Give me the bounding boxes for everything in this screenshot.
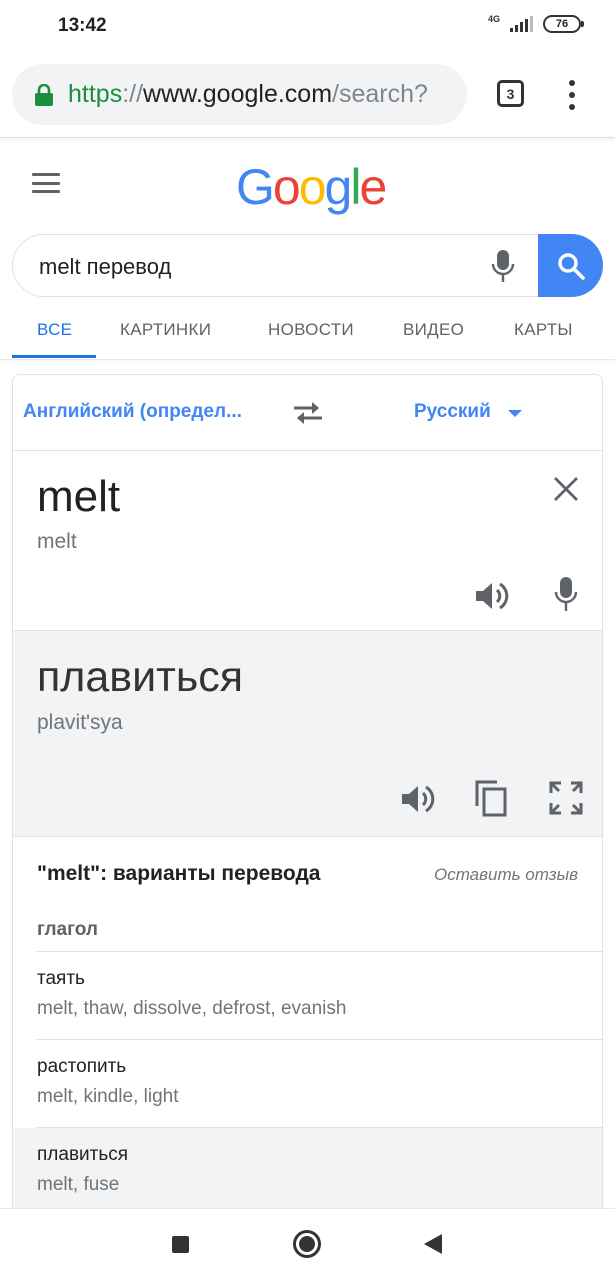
status-indicators: 4G 76	[487, 13, 584, 33]
variant-word: плавиться	[37, 1144, 129, 1165]
list-item[interactable]: таять melt, thaw, dissolve, defrost, eva…	[13, 952, 602, 1040]
network-type: 4G	[487, 13, 500, 24]
list-item[interactable]: плавиться melt, fuse	[13, 1128, 602, 1216]
variant-word: таять	[37, 968, 85, 989]
lock-icon	[35, 83, 53, 106]
system-navigation-bar	[0, 1208, 615, 1280]
tab-images[interactable]: КАРТИНКИ	[120, 320, 211, 340]
url-path: /search?	[332, 80, 428, 108]
logo-letter: g	[324, 159, 353, 215]
logo-letter: G	[236, 159, 275, 215]
variants-heading: "melt": варианты перевода	[37, 862, 321, 885]
search-icon	[557, 252, 585, 280]
url-text: https://www.google.com/search?	[68, 80, 428, 109]
speaker-icon[interactable]	[401, 783, 435, 815]
microphone-icon[interactable]	[491, 249, 515, 283]
source-language-select[interactable]: Английский (определ...	[23, 401, 242, 423]
tab-maps[interactable]: КАРТЫ	[514, 320, 573, 340]
tab-switcher-button[interactable]: 3	[497, 80, 524, 107]
variant-synonyms: melt, kindle, light	[37, 1086, 179, 1107]
search-input[interactable]: melt перевод	[12, 234, 603, 297]
chevron-down-icon[interactable]	[508, 410, 522, 417]
list-item[interactable]: растопить melt, kindle, light	[13, 1040, 602, 1128]
language-selector-row: Английский (определ... Русский	[13, 375, 602, 451]
address-bar[interactable]: https://www.google.com/search?	[12, 64, 467, 125]
url-scheme: https	[68, 80, 123, 108]
tab-video[interactable]: ВИДЕО	[403, 320, 464, 340]
variant-synonyms: melt, fuse	[37, 1174, 120, 1195]
search-button[interactable]	[538, 234, 603, 297]
status-time: 13:42	[58, 15, 107, 36]
more-vert-icon[interactable]	[567, 80, 577, 110]
logo-letter: e	[359, 159, 387, 215]
home-icon[interactable]	[293, 1230, 321, 1258]
browser-toolbar: https://www.google.com/search? 3	[0, 52, 615, 138]
tab-all[interactable]: ВСЕ	[37, 320, 72, 340]
feedback-link[interactable]: Оставить отзыв	[434, 865, 578, 885]
copy-icon[interactable]	[474, 779, 508, 817]
logo-letter: o	[272, 159, 301, 215]
google-logo[interactable]: Google	[236, 158, 387, 216]
speaker-icon[interactable]	[475, 580, 509, 612]
search-query: melt перевод	[39, 254, 172, 279]
target-language-select[interactable]: Русский	[414, 401, 491, 423]
search-tabs: ВСЕ КАРТИНКИ НОВОСТИ ВИДЕО КАРТЫ	[0, 300, 615, 360]
translate-card: Английский (определ... Русский melt melt…	[12, 374, 603, 1234]
logo-letter: o	[298, 159, 327, 215]
url-separator: ://	[122, 80, 144, 108]
translated-transliteration: plavit'sya	[37, 711, 123, 734]
tab-count: 3	[506, 85, 515, 102]
tab-news[interactable]: НОВОСТИ	[268, 320, 354, 340]
battery-level: 76	[555, 18, 569, 30]
signal-strength-icon	[510, 16, 533, 32]
battery-icon: 76	[543, 15, 584, 33]
status-bar: 13:42 4G 76	[0, 0, 615, 52]
hamburger-menu-icon[interactable]	[32, 173, 60, 193]
close-icon[interactable]	[553, 476, 579, 502]
microphone-icon[interactable]	[554, 576, 578, 612]
source-transliteration: melt	[37, 530, 77, 553]
recents-icon[interactable]	[172, 1236, 189, 1253]
active-tab-indicator	[12, 355, 96, 358]
part-of-speech-label: глагол	[37, 919, 98, 940]
back-icon[interactable]	[424, 1234, 442, 1254]
url-host: www.google.com	[143, 80, 333, 108]
source-word: melt	[37, 472, 121, 521]
translation-output-area: плавиться plavit'sya	[13, 631, 602, 837]
translated-word: плавиться	[37, 653, 244, 701]
source-text-area[interactable]: melt melt	[13, 452, 602, 631]
variant-word: растопить	[37, 1056, 127, 1077]
swap-languages-icon[interactable]	[292, 399, 324, 427]
fullscreen-icon[interactable]	[549, 781, 583, 815]
variant-synonyms: melt, thaw, dissolve, defrost, evanish	[37, 998, 347, 1019]
